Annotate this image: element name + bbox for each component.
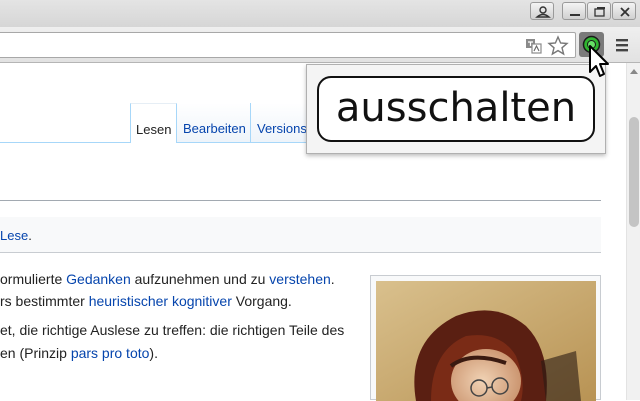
tab-lesen[interactable]: Lesen — [130, 103, 177, 143]
browser-toolbar — [0, 27, 640, 63]
translate-icon[interactable] — [525, 37, 543, 55]
page-scrollbar[interactable] — [626, 63, 640, 400]
kognitiver-link[interactable]: kognitiver — [172, 293, 232, 309]
tab-label: Bearbeiten — [183, 121, 246, 136]
tab-label: Lesen — [136, 122, 172, 137]
article-thumbnail — [370, 275, 601, 401]
gedanken-link[interactable]: Gedanken — [66, 271, 131, 287]
extension-tooltip: ausschalten — [306, 64, 606, 154]
paragraph-line: et, die richtige Auslese zu treffen: die… — [0, 322, 345, 338]
menu-icon[interactable] — [614, 37, 630, 53]
paragraph-line: rs bestimmter heuristischer kognitiver V… — [0, 293, 292, 309]
heuristischer-link[interactable]: heuristischer — [89, 293, 168, 309]
scrollbar-thumb[interactable] — [629, 117, 639, 227]
tooltip-text: ausschalten — [317, 76, 595, 142]
restore-icon — [594, 7, 605, 17]
paragraph-line: ormulierte Gedanken aufzunehmen und zu v… — [0, 271, 335, 287]
heading-divider — [0, 200, 601, 201]
verstehen-link[interactable]: verstehen — [269, 271, 330, 287]
tab-bearbeiten[interactable]: Bearbeiten — [177, 103, 251, 142]
pars-pro-toto-link[interactable]: pars pro toto — [71, 345, 150, 361]
mouse-cursor-icon — [589, 45, 609, 77]
title-bar — [0, 0, 640, 27]
tab-label: Versions — [257, 121, 307, 136]
lese-link[interactable]: Lese — [0, 228, 28, 243]
paragraph-line: en (Prinzip pars pro toto). — [0, 345, 158, 361]
scroll-up-icon[interactable] — [629, 67, 639, 75]
user-button[interactable] — [530, 2, 554, 20]
restore-button[interactable] — [587, 2, 611, 20]
address-bar[interactable] — [0, 32, 576, 58]
user-icon — [535, 6, 551, 18]
minimize-icon — [570, 14, 580, 16]
close-button[interactable] — [612, 2, 636, 20]
close-icon — [620, 7, 630, 17]
star-icon[interactable] — [547, 35, 569, 57]
minimize-button[interactable] — [562, 2, 586, 20]
painting-image[interactable] — [376, 281, 596, 401]
hatnote-text: Lese. — [0, 228, 32, 243]
hatnote-box: Lese. — [0, 217, 601, 253]
